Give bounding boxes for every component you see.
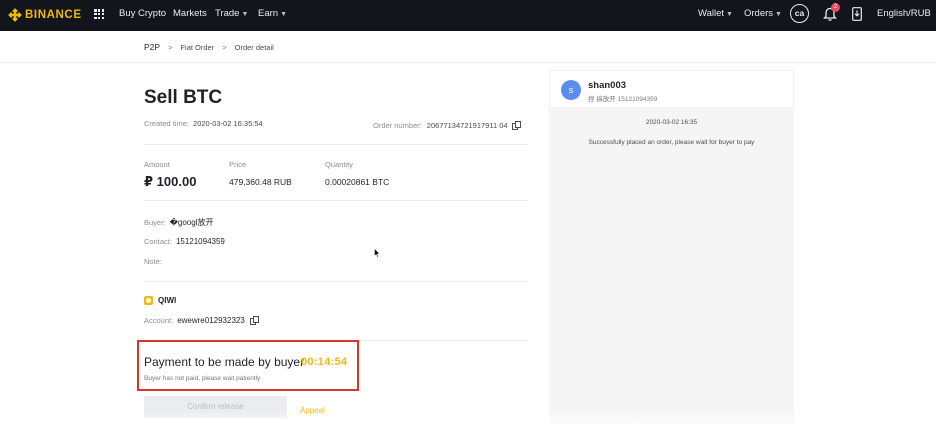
- created-time-label: Created time:: [144, 119, 190, 128]
- created-time: Created time: 2020-03-02 16:35:54: [144, 119, 263, 128]
- chevron-down-icon: ▼: [241, 11, 249, 18]
- order-number-value: 20677134721917911 04: [426, 121, 508, 130]
- appeal-link[interactable]: Appeal: [300, 406, 325, 415]
- breadcrumb-order-detail: Order detail: [234, 42, 274, 52]
- apps-grid-icon[interactable]: [94, 9, 105, 20]
- nav-earn-label: Earn: [258, 8, 279, 19]
- nav-wallet[interactable]: Wallet ▼: [698, 8, 733, 19]
- counterparty-contact: 捏 搞放开 15121094359: [588, 96, 658, 103]
- counterparty-avatar: s: [561, 80, 581, 100]
- payment-method-label: QIWI: [158, 296, 177, 305]
- nav-wallet-label: Wallet: [698, 8, 725, 19]
- breadcrumb-p2p[interactable]: P2P: [144, 42, 160, 52]
- chevron-down-icon: ▼: [775, 11, 782, 18]
- payment-status-title: Payment to be made by buyer: [144, 355, 305, 369]
- chevron-down-icon: ▼: [726, 11, 733, 18]
- nav-earn[interactable]: Earn ▼: [258, 8, 287, 19]
- logo-text: BINANCE: [25, 9, 82, 21]
- nav-trade[interactable]: Trade ▼: [215, 8, 248, 19]
- created-time-value: 2020-03-02 16:35:54: [193, 119, 263, 128]
- payment-method: QIWI: [144, 296, 176, 305]
- nav-orders-label: Orders: [744, 8, 774, 19]
- contact-value: 15121094359: [175, 237, 225, 246]
- counterparty-name: shan003: [588, 80, 627, 91]
- account-value: ewewre012932323: [177, 316, 245, 325]
- binance-logo[interactable]: BINANCE: [8, 8, 82, 22]
- payment-status-subtitle: Buyer has not paid, please wait patientl…: [144, 375, 261, 382]
- amount-value: ₽ 100.00: [144, 174, 197, 189]
- copy-icon[interactable]: [511, 121, 521, 130]
- contact-label: Contact:: [144, 237, 172, 246]
- page-title: Sell BTC: [144, 87, 223, 108]
- account-label: Account:: [144, 316, 174, 325]
- section-divider: [144, 144, 528, 145]
- note-label: Note:: [144, 257, 162, 266]
- price-value: 479,360.48 RUB: [229, 177, 292, 187]
- qiwi-icon: [144, 296, 153, 305]
- buyer-value: �googl放开: [169, 218, 214, 227]
- buyer-row: Buyer: �googl放开: [144, 217, 213, 228]
- confirm-release-button[interactable]: Confirm release: [144, 396, 287, 418]
- quantity-label: Quantity: [325, 160, 353, 169]
- chat-system-message: Successfully placed an order, please wai…: [588, 139, 755, 146]
- chat-header: s shan003 捏 搞放开 15121094359: [549, 70, 794, 108]
- header-divider: [0, 62, 936, 63]
- notification-badge: 2: [831, 3, 840, 12]
- binance-logo-icon: [8, 8, 22, 22]
- chat-timestamp: 2020-03-02 16:35: [645, 119, 698, 126]
- breadcrumb: P2P > Fiat Order > Order detail: [144, 42, 274, 52]
- nav-markets[interactable]: Markets: [173, 8, 207, 19]
- payment-countdown-timer: 00:14:54: [301, 356, 348, 368]
- chat-panel: s shan003 捏 搞放开 15121094359 2020-03-02 1…: [549, 70, 794, 424]
- section-divider: [144, 200, 528, 201]
- order-number-label: Order number:: [373, 121, 422, 130]
- nav-orders[interactable]: Orders ▼: [744, 8, 782, 19]
- breadcrumb-separator: >: [222, 42, 227, 52]
- note-row: Note:: [144, 257, 162, 266]
- chevron-down-icon: ▼: [280, 11, 288, 18]
- download-app-icon[interactable]: [852, 7, 862, 21]
- order-number: Order number: 20677134721917911 04: [373, 121, 521, 130]
- top-navigation-bar: BINANCE Buy Crypto Markets Trade ▼ Earn ▼ …: [0, 0, 936, 31]
- amount-label: Amount: [144, 160, 170, 169]
- quantity-value: 0.00020861 BTC: [325, 177, 390, 187]
- mouse-cursor-icon: [374, 248, 380, 258]
- section-divider: [144, 281, 528, 282]
- nav-trade-label: Trade: [215, 8, 240, 19]
- nav-buy-crypto[interactable]: Buy Crypto: [119, 8, 166, 19]
- breadcrumb-fiat-order[interactable]: Fiat Order: [180, 43, 214, 52]
- bottom-fade: [0, 410, 936, 424]
- user-avatar[interactable]: ca: [790, 4, 809, 23]
- language-selector[interactable]: English/RUB: [877, 8, 931, 19]
- account-row: Account: ewewre012932323: [144, 316, 259, 325]
- contact-row: Contact: 15121094359: [144, 237, 225, 246]
- breadcrumb-separator: >: [168, 42, 173, 52]
- buyer-label: Buyer:: [144, 218, 166, 227]
- price-label: Price: [229, 160, 247, 169]
- copy-icon[interactable]: [249, 316, 259, 325]
